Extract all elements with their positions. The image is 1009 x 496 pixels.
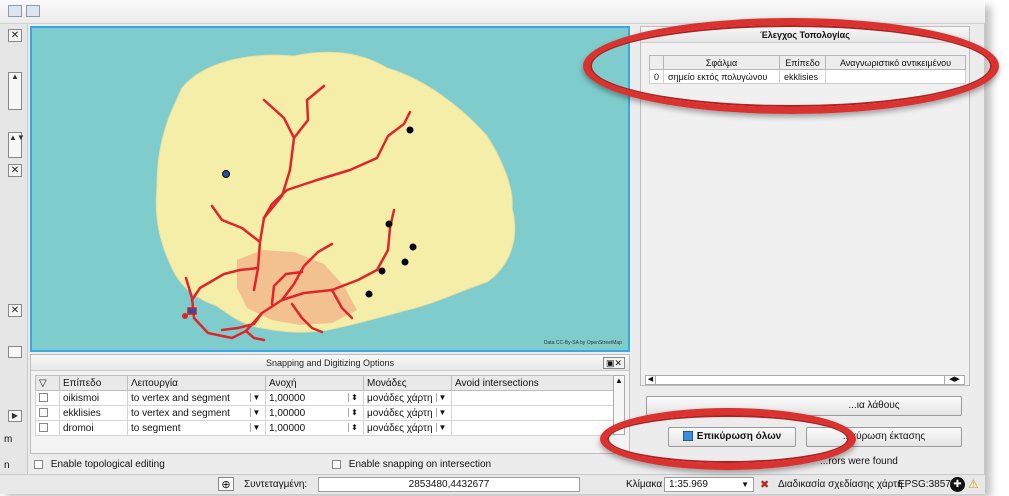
column-header[interactable]: Ανοχή: [265, 375, 364, 391]
layer-name: dromoi: [59, 420, 128, 436]
units-select[interactable]: μονάδες χάρτη ▼: [363, 390, 452, 406]
church-point: [406, 126, 414, 134]
snapping-table: ▽ Επίπεδο Λειτουργία Ανοχή Μονάδες Avoid…: [35, 375, 615, 436]
chevron-down-icon[interactable]: ▼: [250, 392, 262, 402]
church-point: [222, 170, 230, 178]
highlight-ring-errors: [583, 18, 999, 114]
snapping-intersection-label: Enable snapping on intersection: [348, 459, 492, 470]
left-dock-strip: ✕ ▲ ▲▼ ✕ ✕ ▶ m n: [0, 24, 28, 474]
error-marker: [187, 307, 197, 315]
chevron-down-icon[interactable]: ▼: [250, 407, 262, 417]
layer-tool-icon[interactable]: [8, 5, 22, 17]
chevron-down-icon[interactable]: ▼: [436, 392, 448, 402]
scale-label: Κλίμακα: [626, 479, 663, 490]
close-icon[interactable]: ✕: [8, 29, 22, 42]
church-point: [365, 290, 373, 298]
mode-select[interactable]: to vertex and segment ▼: [127, 390, 266, 406]
mode-select[interactable]: to vertex and segment ▼: [127, 405, 266, 421]
coordinate-label: Συντεταγμένη:: [244, 479, 308, 490]
close-icon[interactable]: ✕: [8, 304, 22, 317]
warning-icon[interactable]: ⚠: [968, 477, 979, 491]
chevron-down-icon[interactable]: ▼: [436, 422, 448, 432]
errors-found-label: ...rors were found: [820, 456, 898, 467]
error-marker-dot: [182, 313, 188, 319]
checkbox[interactable]: [34, 459, 43, 469]
left-stub-text: m: [4, 434, 13, 445]
crs-globe-icon[interactable]: ✚: [950, 477, 965, 492]
church-point: [385, 220, 393, 228]
snapping-panel-title: Snapping and Digitizing Options: [31, 355, 629, 371]
status-bar: ⊕ Συντεταγμένη: 2853480,4432677 Κλίμακα …: [0, 474, 985, 494]
column-header[interactable]: Επίπεδο: [59, 375, 128, 391]
map-attribution: Data CC-By-SA by OpenStreetMap: [543, 340, 622, 346]
snapping-intersection-toggle[interactable]: Enable snapping on intersection: [332, 459, 491, 470]
topological-editing-toggle[interactable]: Enable topological editing: [34, 459, 165, 470]
scroll-right-icon[interactable]: ◀▶: [944, 376, 964, 384]
tolerance-spinbox[interactable]: 1,00000 ⬍: [265, 405, 364, 421]
chevron-down-icon[interactable]: ▼: [250, 422, 262, 432]
chevron-down-icon[interactable]: ▼: [436, 407, 448, 417]
avoid-intersections-cell[interactable]: [451, 405, 615, 421]
units-select[interactable]: μονάδες χάρτη ▼: [363, 420, 452, 436]
scale-select[interactable]: 1:35.969 ▼: [664, 477, 754, 492]
panel-float-close-icon[interactable]: ▣✕: [603, 357, 625, 369]
scrollbar[interactable]: ▲: [8, 72, 22, 110]
expand-icon[interactable]: ▶: [8, 410, 22, 422]
layer-checkbox[interactable]: [39, 408, 48, 418]
spin-icon[interactable]: ⬍: [348, 407, 360, 417]
scroll-left-icon[interactable]: ◀: [646, 376, 656, 384]
horizontal-scrollbar[interactable]: ◀ ◀▶: [645, 375, 965, 385]
table-row: oikismoi to vertex and segment ▼ 1,00000 ⬍…: [35, 390, 615, 406]
crs-label[interactable]: EPSG:3857: [898, 479, 951, 490]
layer-tool-2-icon[interactable]: [26, 5, 40, 17]
layer-name: ekklisies: [59, 405, 128, 421]
left-stub-text-2: n: [4, 460, 10, 471]
map-svg: [155, 51, 516, 342]
chevron-down-icon[interactable]: ▼: [741, 478, 749, 491]
mode-select[interactable]: to segment ▼: [127, 420, 266, 436]
church-point: [401, 258, 409, 266]
scroll-arrows-icon[interactable]: ▲▼: [8, 132, 25, 158]
layer-checkbox[interactable]: [39, 393, 48, 403]
church-point: [409, 243, 417, 251]
panel-edge: [8, 346, 22, 358]
render-toggle-icon[interactable]: ✖: [760, 478, 769, 491]
table-header-row: ▽ Επίπεδο Λειτουργία Ανοχή Μονάδες Avoid…: [35, 375, 615, 391]
snapping-panel: Snapping and Digitizing Options ▣✕ ▽ Επί…: [30, 354, 630, 454]
column-header[interactable]: Avoid intersections: [451, 375, 615, 391]
church-point: [378, 267, 386, 275]
tolerance-spinbox[interactable]: 1,00000 ⬍: [265, 390, 364, 406]
avoid-intersections-cell[interactable]: [451, 390, 615, 406]
coordinate-field[interactable]: 2853480,4432677: [318, 477, 580, 492]
units-select[interactable]: μονάδες χάρτη ▼: [363, 405, 452, 421]
layer-checkbox[interactable]: [39, 423, 48, 433]
checkbox[interactable]: [332, 459, 341, 469]
render-label[interactable]: Διαδικασία σχεδίασης χάρτη: [778, 479, 903, 490]
table-row: dromoi to segment ▼ 1,00000 ⬍ μονάδες χάρτ…: [35, 420, 615, 436]
coordinate-toggle-icon[interactable]: ⊕: [218, 477, 234, 491]
layer-name: oikismoi: [59, 390, 128, 406]
table-row: ekklisies to vertex and segment ▼ 1,00000…: [35, 405, 615, 421]
topological-editing-label: Enable topological editing: [50, 459, 165, 470]
column-header-check[interactable]: ▽: [35, 375, 60, 391]
avoid-intersections-cell[interactable]: [451, 420, 615, 436]
map-canvas[interactable]: Data CC-By-SA by OpenStreetMap: [30, 26, 630, 352]
tolerance-spinbox[interactable]: 1,00000 ⬍: [265, 420, 364, 436]
column-header[interactable]: Μονάδες: [363, 375, 452, 391]
spin-icon[interactable]: ⬍: [348, 422, 360, 432]
column-header[interactable]: Λειτουργία: [127, 375, 266, 391]
highlight-ring-validate: [600, 408, 856, 470]
close-icon[interactable]: ✕: [8, 164, 22, 177]
spin-icon[interactable]: ⬍: [348, 392, 360, 402]
